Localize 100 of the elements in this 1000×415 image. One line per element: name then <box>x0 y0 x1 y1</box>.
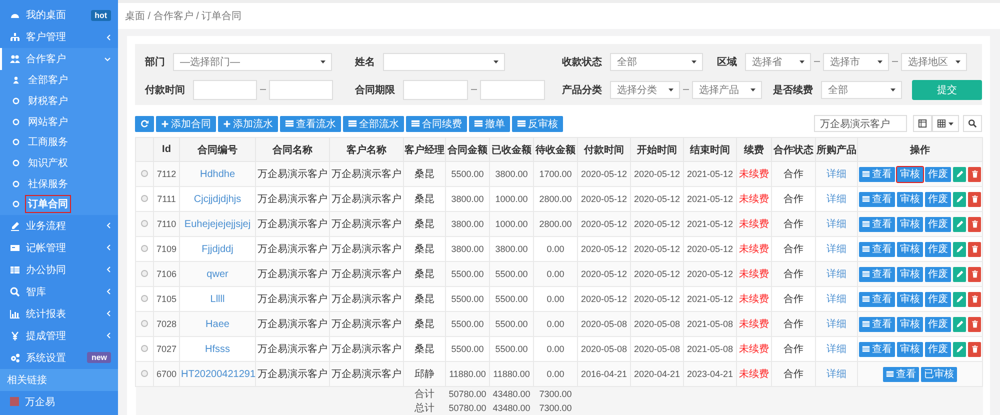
action-button[interactable]: 作废 <box>925 216 951 232</box>
sidebar-item[interactable]: 统计报表 <box>0 302 118 325</box>
select-field[interactable] <box>383 52 505 70</box>
action-button[interactable]: 作废 <box>925 292 951 306</box>
submenu-item[interactable]: 财税客户 <box>26 93 70 110</box>
delete-button[interactable] <box>968 216 981 232</box>
row-radio[interactable] <box>141 220 148 228</box>
submit-button[interactable]: 提交 <box>912 80 982 100</box>
sidebar-item[interactable]: 办公协同 <box>0 258 118 281</box>
row-radio[interactable] <box>141 195 148 202</box>
select-field[interactable]: 选择市 <box>823 52 889 70</box>
toolbar-button[interactable]: 反审核 <box>512 116 563 132</box>
action-button[interactable]: 已审核 <box>921 366 957 382</box>
submenu-item[interactable]: 工商服务 <box>26 134 70 150</box>
action-button[interactable]: 作废 <box>925 316 951 332</box>
view-button[interactable]: 查看 <box>859 342 895 356</box>
contract-number-link[interactable]: Hfsss <box>205 344 230 354</box>
action-button[interactable]: 作废 <box>925 192 951 206</box>
view-button[interactable]: 查看 <box>859 316 895 332</box>
submenu-item[interactable]: 知识产权 <box>26 155 70 172</box>
view-button[interactable]: 查看 <box>859 192 895 206</box>
select-field[interactable]: 全部 <box>821 80 902 98</box>
select-field[interactable]: 选择分类 <box>610 80 680 98</box>
delete-button[interactable] <box>968 266 981 282</box>
row-radio[interactable] <box>141 345 148 352</box>
sidebar-item[interactable]: 智库 <box>0 280 118 303</box>
view-button[interactable]: 查看 <box>859 166 895 182</box>
toolbar-button[interactable]: 查看流水 <box>280 116 341 132</box>
submenu-item[interactable]: 订单合同 <box>26 196 70 212</box>
edit-button[interactable] <box>953 342 966 356</box>
row-radio[interactable] <box>141 170 148 178</box>
edit-button[interactable] <box>953 242 966 256</box>
search-field[interactable]: 万企易演示客户 <box>814 115 907 132</box>
action-button[interactable]: 审核 <box>897 242 923 256</box>
view-button[interactable]: 查看 <box>883 366 919 382</box>
action-button[interactable]: 作废 <box>925 242 951 256</box>
action-button[interactable]: 作废 <box>925 166 951 182</box>
row-radio[interactable] <box>141 245 148 252</box>
input-field[interactable] <box>269 80 333 100</box>
sidebar-item[interactable]: 合作客户 <box>0 48 118 70</box>
delete-button[interactable] <box>968 242 981 256</box>
toolbar-button[interactable]: 全部流水 <box>343 116 404 132</box>
row-radio[interactable] <box>141 320 148 328</box>
row-radio[interactable] <box>141 270 148 278</box>
contract-number-link[interactable]: qwer <box>206 268 228 280</box>
toolbar-button[interactable] <box>135 116 154 132</box>
delete-button[interactable] <box>968 192 981 206</box>
view-button[interactable]: 查看 <box>859 266 895 282</box>
select-field[interactable]: —选择部门— <box>173 52 332 70</box>
action-button[interactable]: 审核 <box>897 292 923 306</box>
toolbar-button[interactable]: 合同续费 <box>406 116 467 132</box>
edit-button[interactable] <box>953 216 966 232</box>
action-button[interactable]: 审核 <box>897 342 923 356</box>
edit-button[interactable] <box>953 266 966 282</box>
view-button[interactable]: 查看 <box>859 242 895 256</box>
edit-button[interactable] <box>953 192 966 206</box>
select-field[interactable]: 选择省 <box>745 52 811 70</box>
sidebar-link[interactable]: 万企易 <box>0 390 118 413</box>
edit-button[interactable] <box>953 166 966 182</box>
contract-number-link[interactable]: Lllll <box>210 294 225 304</box>
edit-button[interactable] <box>953 292 966 306</box>
input-field[interactable] <box>480 80 545 100</box>
submenu-item[interactable]: 全部客户 <box>26 72 70 88</box>
action-button[interactable]: 作废 <box>925 342 951 356</box>
toolbar-button[interactable]: 添加流水 <box>218 116 278 132</box>
toolbar-button[interactable]: 添加合同 <box>156 116 216 132</box>
select-field[interactable]: 选择地区 <box>901 52 967 70</box>
edit-button[interactable] <box>953 316 966 332</box>
select-field[interactable]: 选择产品 <box>692 80 762 98</box>
submenu-item[interactable]: 社保服务 <box>26 176 70 192</box>
sidebar-item[interactable]: 提成管理 <box>0 324 118 347</box>
contract-number-link[interactable]: Fjjdjddj <box>202 244 234 254</box>
delete-button[interactable] <box>968 342 981 356</box>
delete-button[interactable] <box>968 316 981 332</box>
action-button[interactable]: 审核 <box>897 166 923 182</box>
contract-number-link[interactable]: Haee <box>206 318 230 330</box>
list-view-button[interactable] <box>913 115 932 132</box>
submenu-item[interactable]: 网站客户 <box>26 114 70 130</box>
delete-button[interactable] <box>968 292 981 306</box>
columns-button[interactable] <box>932 115 959 132</box>
action-button[interactable]: 作废 <box>925 266 951 282</box>
action-button[interactable]: 审核 <box>897 192 923 206</box>
sidebar-item[interactable]: 我的桌面 hot <box>0 4 118 26</box>
sidebar-item[interactable]: 系统设置 new <box>0 346 118 369</box>
action-button[interactable]: 审核 <box>897 266 923 282</box>
sidebar-item[interactable]: 客户管理 <box>0 26 118 48</box>
view-button[interactable]: 查看 <box>859 216 895 232</box>
row-radio[interactable] <box>141 295 148 302</box>
search-button[interactable] <box>963 115 982 132</box>
select-field[interactable]: 全部 <box>610 52 703 70</box>
sidebar-item[interactable]: 记帐管理 <box>0 236 118 259</box>
action-button[interactable]: 审核 <box>897 216 923 232</box>
sidebar-item[interactable]: 业务流程 <box>0 214 118 237</box>
delete-button[interactable] <box>968 166 981 182</box>
view-button[interactable]: 查看 <box>859 292 895 306</box>
action-button[interactable]: 审核 <box>897 316 923 332</box>
row-radio[interactable] <box>141 370 148 378</box>
input-field[interactable] <box>193 80 257 100</box>
toolbar-button[interactable]: 撤单 <box>469 116 510 132</box>
input-field[interactable] <box>403 80 468 100</box>
